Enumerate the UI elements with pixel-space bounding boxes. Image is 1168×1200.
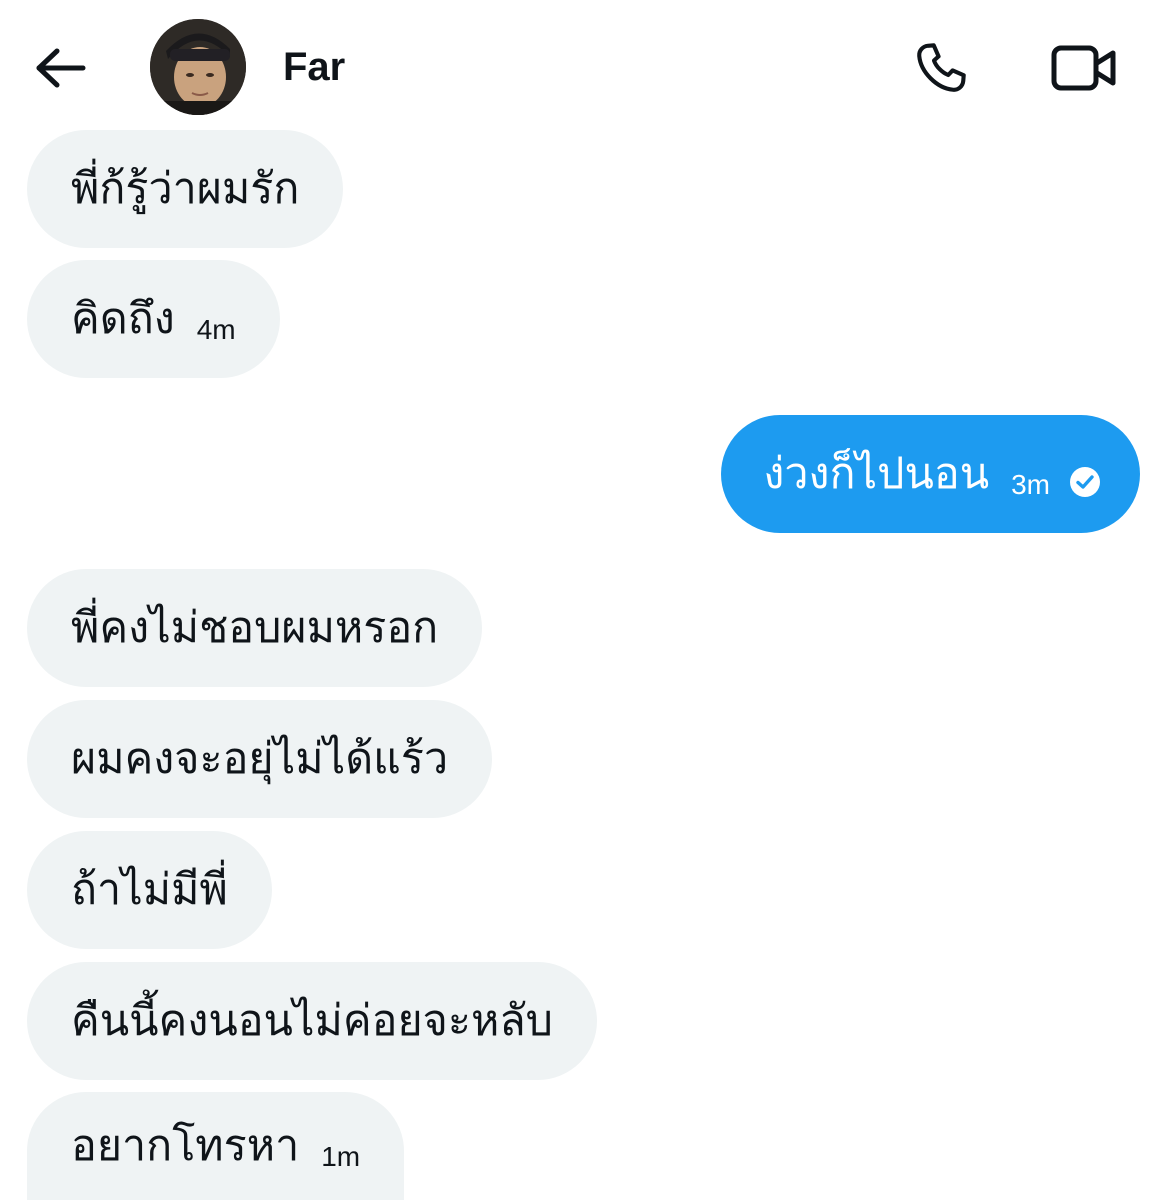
message-bubble-incoming[interactable]: พี่คงไม่ชอบผมหรอก [27,569,483,687]
message-text: พี่คงไม่ชอบผมหรอก [71,604,439,652]
message-bubble-incoming[interactable]: ถ้าไม่มีพี่ [27,831,272,949]
phone-icon [917,43,966,92]
message-timestamp: 1m [321,1141,361,1172]
arrow-left-icon [36,48,86,88]
message-text: คิดถึง [71,295,175,343]
message-text: ง่วงก็ไปนอน [763,450,990,498]
avatar-photo [150,19,246,115]
message-text: ถ้าไม่มีพี่ [71,866,228,914]
message-bubble-incoming[interactable]: คิดถึง 4m [27,260,280,378]
message-text: คืนนี้คงนอนไม่ค่อยจะหลับ [71,997,553,1045]
seen-check-icon [1068,465,1102,499]
call-button[interactable] [906,36,976,100]
message-text: อยากโทรหา [71,1122,300,1170]
message-text: ผมคงจะอยุ่ไม่ได้แร้ว [71,735,449,783]
video-call-button[interactable] [1046,36,1122,100]
message-timestamp: 4m [196,314,236,345]
message-timestamp: 3m [1011,469,1050,500]
message-bubble-outgoing[interactable]: ง่วงก็ไปนอน 3m [721,415,1140,533]
contact-name[interactable]: Far [283,42,345,92]
conversation-header: Far [0,0,1168,130]
message-bubble-incoming[interactable]: อยากโทรหา 1m [27,1092,405,1200]
video-camera-icon [1051,45,1116,91]
avatar[interactable] [150,19,246,115]
message-bubble-incoming[interactable]: คืนนี้คงนอนไม่ค่อยจะหลับ [27,962,597,1080]
message-bubble-incoming[interactable]: พี่ก้รู้ว่าผมรัก [27,130,344,248]
message-text: พี่ก้รู้ว่าผมรัก [71,165,300,213]
back-button[interactable] [30,40,90,96]
message-bubble-incoming[interactable]: ผมคงจะอยุ่ไม่ได้แร้ว [27,700,493,818]
